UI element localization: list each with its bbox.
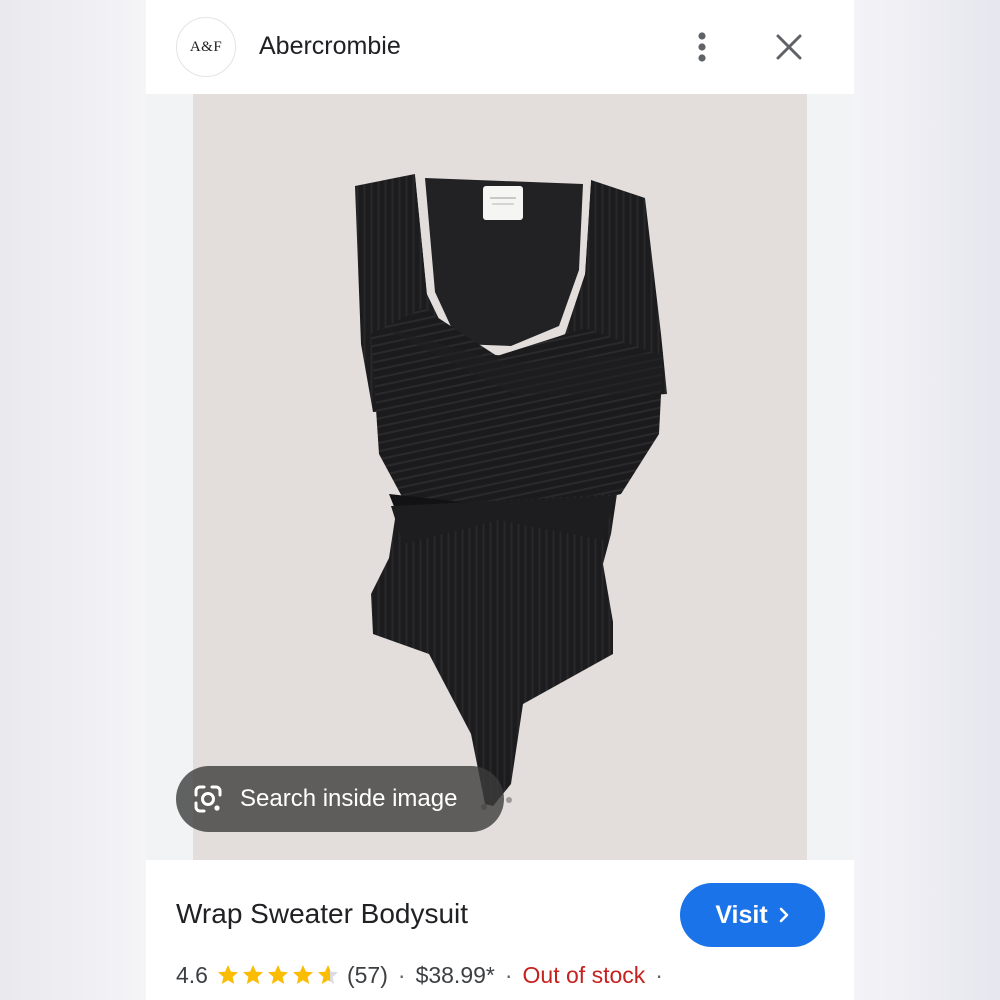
availability-status: Out of stock (522, 961, 646, 988)
star-icon (267, 965, 288, 984)
bodysuit-image (355, 174, 667, 810)
product-image[interactable] (193, 94, 807, 860)
chevron-right-icon (779, 907, 788, 923)
star-icon (242, 965, 263, 984)
brand-logo-text: A&F (189, 38, 223, 55)
star-half-icon (317, 965, 338, 984)
google-lens-icon (192, 783, 224, 815)
review-count[interactable]: (57) (347, 962, 388, 989)
brand-logo[interactable]: A&F (176, 17, 236, 77)
visit-label: Visit (715, 900, 768, 929)
search-inside-image-button[interactable]: Search inside image (176, 766, 504, 832)
visit-button[interactable]: Visit (680, 883, 825, 947)
star-icon (292, 965, 313, 984)
card-header: A&F Abercrombie (146, 0, 854, 94)
close-icon (776, 34, 802, 60)
brand-name[interactable]: Abercrombie (259, 30, 401, 62)
product-meta: 4.6 (57) · $38.99* · Out of stock · (176, 958, 673, 992)
star-icon (217, 965, 238, 984)
more-vert-icon (698, 32, 706, 62)
more-options-button[interactable] (686, 26, 718, 68)
product-title[interactable]: Wrap Sweater Bodysuit (176, 896, 468, 932)
price: $38.99* (415, 961, 495, 988)
image-area: Search inside image (146, 94, 854, 860)
rating-value: 4.6 (176, 961, 208, 988)
rating-stars (216, 963, 341, 987)
product-card: A&F Abercrombie Search inside image Wrap… (146, 0, 854, 1000)
close-button[interactable] (768, 26, 810, 68)
search-inside-image-label: Search inside image (240, 785, 458, 812)
separator-dot: · (397, 961, 406, 988)
separator-dot: · (655, 961, 663, 988)
separator-dot: · (504, 961, 513, 988)
